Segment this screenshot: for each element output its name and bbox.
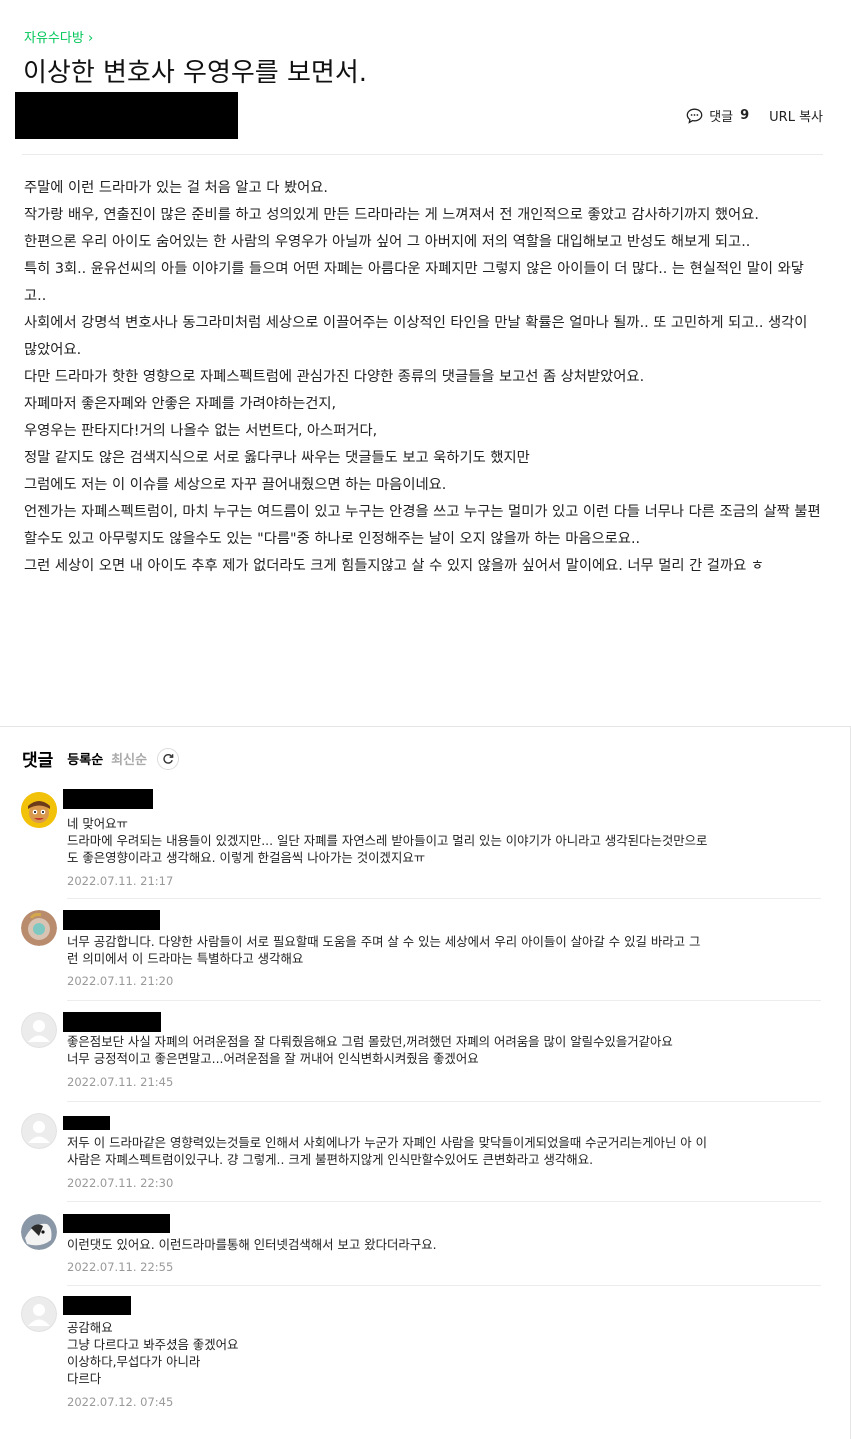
comment-date: 2022.07.11. 22:55 — [67, 1260, 174, 1274]
comment-divider — [67, 1201, 821, 1202]
comment-text: 좋은점보단 사실 자폐의 어려운점을 잘 다뤄줬음해요 그럼 몰랐던,꺼려했던 … — [67, 1033, 807, 1067]
body-paragraph: 사회에서 강명석 변호사나 동그라미처럼 세상으로 이끌어주는 이상적인 타인을… — [24, 315, 808, 358]
body-paragraph: 작가랑 배우, 연출진이 많은 준비를 하고 성의있게 만든 드라마라는 게 느… — [24, 207, 759, 223]
comment-date: 2022.07.11. 22:30 — [67, 1176, 174, 1190]
body-paragraph: 다만 드라마가 핫한 영향으로 자폐스펙트럼에 관심가진 다양한 종류의 댓글들… — [24, 369, 645, 385]
comment-count-button[interactable]: 댓글 9 — [686, 106, 749, 125]
post-title: 이상한 변호사 우영우를 보면서. — [23, 58, 368, 88]
comment-item: 이런댓도 있어요. 이런드라마를통해 인터넷검색해서 보고 왔다더라구요. 20… — [21, 1214, 821, 1274]
body-paragraph: 그런 세상이 오면 내 아이도 추후 제가 없더라도 크게 힘들지않고 살 수 … — [24, 558, 764, 574]
comment-item: 저두 이 드라마같은 영향력있는것들로 인해서 사회에나가 누군가 자폐인 사람… — [21, 1113, 821, 1193]
header-divider — [22, 154, 823, 155]
comment-bubble-icon — [686, 108, 703, 124]
comment-date: 2022.07.11. 21:20 — [67, 974, 174, 988]
default-avatar[interactable] — [21, 1296, 57, 1332]
comment-line: 그냥 다르다고 봐주셨음 좋겠어요 — [67, 1337, 239, 1352]
comment-item: 네 맞어요ㅠ 드라마에 우려되는 내용들이 있겠지만... 일단 자폐를 자연스… — [21, 789, 821, 892]
comment-item: 너무 공감합니다. 다양한 사람들이 서로 필요할때 도움을 주며 살 수 있는… — [21, 910, 821, 990]
author-redacted — [15, 92, 238, 139]
comment-line: 이런댓도 있어요. 이런드라마를통해 인터넷검색해서 보고 왔다더라구요. — [67, 1237, 437, 1252]
comment-text: 네 맞어요ㅠ 드라마에 우려되는 내용들이 있겠지만... 일단 자폐를 자연스… — [67, 815, 807, 866]
comment-text: 이런댓도 있어요. 이런드라마를통해 인터넷검색해서 보고 왔다더라구요. — [67, 1236, 807, 1253]
nickname-redacted — [63, 789, 153, 809]
comment-line: 너무 공감합니다. 다양한 사람들이 서로 필요할때 도움을 주며 살 수 있는… — [67, 934, 701, 949]
comment-line: 다르다 — [67, 1371, 102, 1386]
photo-avatar[interactable] — [21, 910, 57, 946]
comment-divider — [67, 1101, 821, 1102]
comment-line: 이상하다,무섭다가 아니라 — [67, 1354, 201, 1369]
comment-item: 공감해요 그냥 다르다고 봐주셨음 좋겠어요 이상하다,무섭다가 아니라 다르다… — [21, 1296, 821, 1416]
body-paragraph: 주말에 이런 드라마가 있는 걸 처음 알고 다 봤어요. — [24, 180, 328, 196]
chevron-right-icon: › — [87, 31, 94, 46]
comment-line: 좋은점보단 사실 자폐의 어려운점을 잘 다뤄줬음해요 그럼 몰랐던,꺼려했던 … — [67, 1034, 673, 1049]
nickname-redacted — [63, 1296, 131, 1315]
sort-by-registration[interactable]: 등록순 — [67, 749, 103, 768]
comment-divider — [67, 1285, 821, 1286]
comment-line: 도 좋은영향이라고 생각해요. 이렇게 한걸음씩 나아가는 것이겠지요ㅠ — [67, 850, 426, 865]
comment-line: 너무 긍정적이고 좋은면말고...어려운점을 잘 꺼내어 인식변화시켜줬음 좋겠… — [67, 1051, 479, 1066]
comment-date: 2022.07.12. 07:45 — [67, 1395, 174, 1409]
comment-line: 네 맞어요ㅠ — [67, 816, 128, 831]
comment-line: 드라마에 우려되는 내용들이 있겠지만... 일단 자폐를 자연스레 받아들이고… — [67, 833, 708, 848]
comment-line: 공감해요 — [67, 1320, 113, 1335]
body-paragraph: 한편으론 우리 아이도 숨어있는 한 사람의 우영우가 아닐까 싶어 그 아버지… — [24, 234, 751, 250]
comment-divider — [67, 1000, 821, 1001]
comment-divider — [67, 898, 821, 899]
sort-by-latest[interactable]: 최신순 — [111, 749, 147, 768]
comments-header: 댓글 등록순 최신순 — [22, 746, 180, 771]
comment-line: 저두 이 드라마같은 영향력있는것들로 인해서 사회에나가 누군가 자폐인 사람… — [67, 1135, 708, 1150]
body-paragraph: 정말 같지도 않은 검색지식으로 서로 옳다쿠나 싸우는 댓글들도 보고 욱하기… — [24, 450, 530, 466]
cartoon-avatar[interactable] — [21, 792, 57, 828]
body-paragraph: 우영우는 판타지다!거의 나올수 없는 서번트다, 아스퍼거다, — [24, 423, 378, 439]
comment-text: 공감해요 그냥 다르다고 봐주셨음 좋겠어요 이상하다,무섭다가 아니라 다르다 — [67, 1319, 807, 1387]
comment-label: 댓글 — [709, 110, 734, 125]
comment-date: 2022.07.11. 21:17 — [67, 874, 174, 888]
url-copy-button[interactable]: URL 복사 — [769, 106, 823, 125]
body-paragraph: 자폐마저 좋은자폐와 안좋은 자폐를 가려야하는건지, — [24, 396, 337, 412]
body-paragraph: 특히 3회.. 윤유선씨의 아들 이야기를 들으며 어떤 자폐는 아름다운 자폐… — [24, 261, 804, 304]
post-body: 주말에 이런 드라마가 있는 걸 처음 알고 다 봤어요. 작가랑 배우, 연출… — [24, 175, 824, 580]
body-paragraph: 그럼에도 저는 이 이슈를 세상으로 자꾸 끌어내줬으면 하는 마음이네요. — [24, 477, 447, 493]
comment-date: 2022.07.11. 21:45 — [67, 1075, 174, 1089]
board-link[interactable]: 자유수다방 › — [24, 27, 93, 46]
comments-title: 댓글 — [22, 751, 54, 771]
body-paragraph: 언젠가는 자폐스펙트럼이, 마치 누구는 여드름이 있고 누구는 안경을 쓰고 … — [24, 504, 821, 547]
nickname-redacted — [63, 1012, 161, 1032]
comment-line: 런 의미에서 이 드라마는 특별하다고 생각해요 — [67, 951, 304, 966]
default-avatar[interactable] — [21, 1012, 57, 1048]
board-name: 자유수다방 — [24, 31, 84, 46]
nickname-redacted — [63, 1214, 170, 1233]
dog-avatar[interactable] — [21, 1214, 57, 1250]
comment-item: 좋은점보단 사실 자폐의 어려운점을 잘 다뤄줬음해요 그럼 몰랐던,꺼려했던 … — [21, 1012, 821, 1092]
refresh-icon — [163, 753, 174, 764]
default-avatar[interactable] — [21, 1113, 57, 1149]
comment-line: 사람은 자폐스펙트럼이있구나. 걍 그렇게.. 크게 불편하지않게 인식만할수있… — [67, 1152, 594, 1167]
nickname-redacted — [63, 910, 160, 930]
comment-count: 9 — [740, 108, 750, 123]
comment-text: 저두 이 드라마같은 영향력있는것들로 인해서 사회에나가 누군가 자폐인 사람… — [67, 1134, 807, 1168]
post-actions: 댓글 9 URL 복사 — [686, 106, 823, 125]
comment-text: 너무 공감합니다. 다양한 사람들이 서로 필요할때 도움을 주며 살 수 있는… — [67, 933, 807, 967]
nickname-redacted — [63, 1116, 110, 1130]
refresh-button[interactable] — [157, 747, 180, 770]
